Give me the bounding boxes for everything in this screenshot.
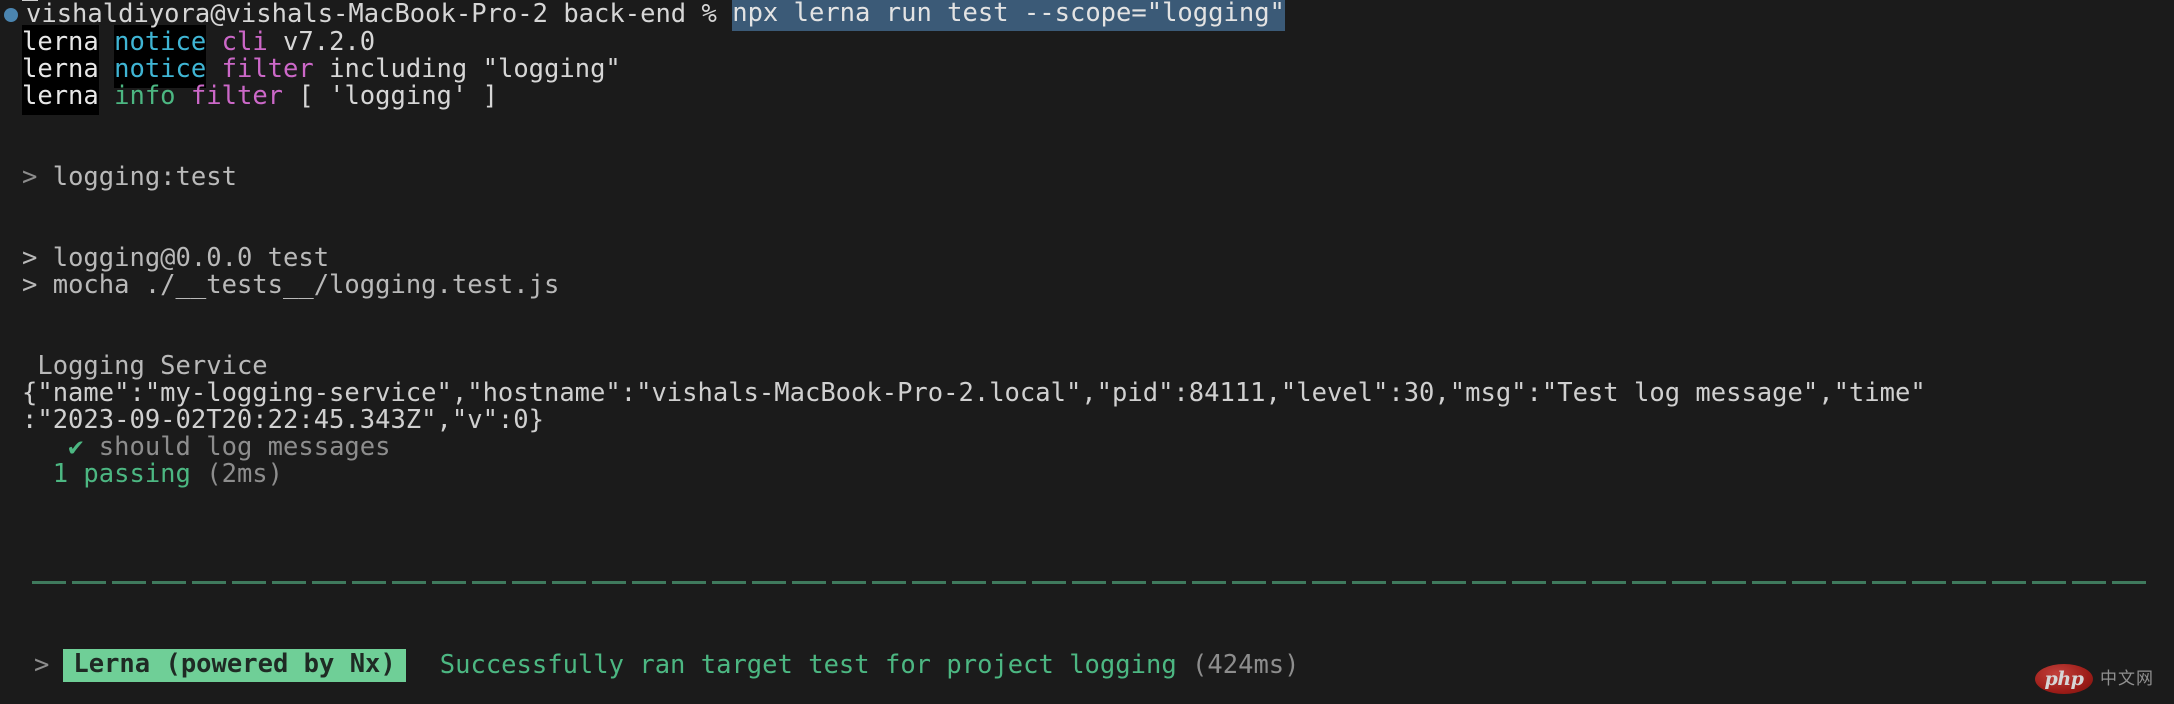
mocha-summary-line: 1 passing (2ms) xyxy=(0,461,2174,488)
npm-script-arrow: > xyxy=(22,270,38,300)
mocha-passing-duration: (2ms) xyxy=(206,459,284,489)
npm-script-name: logging@0.0.0 test xyxy=(52,243,330,273)
npm-script-line: > logging@0.0.0 test xyxy=(0,245,2174,272)
lerna-keyword: filter xyxy=(221,54,314,84)
task-target: logging:test xyxy=(52,162,237,192)
lerna-rest: [ 'logging' ] xyxy=(283,81,498,111)
npm-script-command: mocha ./__tests__/logging.test.js xyxy=(52,270,560,300)
prompt-status-bullet-icon xyxy=(4,7,18,22)
command-input-selected[interactable]: npx lerna run test --scope="logging" xyxy=(732,0,1285,31)
dashed-divider xyxy=(32,581,2152,584)
lerna-log-line: lerna info filter [ 'logging' ] xyxy=(0,79,2174,115)
footer-arrow: > xyxy=(34,649,50,680)
task-arrow: > xyxy=(22,162,38,192)
lerna-log-line: lerna notice cli v7.2.0 xyxy=(0,25,2174,61)
mocha-suite-title-line: Logging Service xyxy=(0,353,2174,380)
check-icon: ✔ xyxy=(68,432,84,462)
npm-script-line: > mocha ./__tests__/logging.test.js xyxy=(0,272,2174,299)
npm-script-arrow: > xyxy=(22,243,38,273)
mocha-passing-count: 1 passing xyxy=(52,459,191,489)
prompt-user-host-path: vishaldiyora@vishals-MacBook-Pro-2 back-… xyxy=(26,0,717,29)
mocha-test-result-line: ✔ should log messages xyxy=(0,434,2174,461)
task-header-line: > logging:test xyxy=(0,164,2174,191)
lerna-level: info xyxy=(114,81,176,111)
lerna-keyword: cli xyxy=(221,27,268,57)
mocha-suite-title: Logging Service xyxy=(37,351,268,381)
bunyan-json-log-line: {"name":"my-logging-service","hostname":… xyxy=(22,378,1926,408)
lerna-success-footer: > Lerna (powered by Nx) Successfully ran t… xyxy=(0,648,2174,682)
bunyan-json-log-line-continued: :"2023-09-02T20:22:45.343Z","v":0} xyxy=(22,405,544,435)
prompt-line: vishaldiyora@vishals-MacBook-Pro-2 back-… xyxy=(0,0,2174,31)
lerna-tag: lerna xyxy=(22,79,99,115)
lerna-keyword: filter xyxy=(190,81,284,111)
terminal-window[interactable]: vishaldiyora@vishals-MacBook-Pro-2 back-… xyxy=(0,0,2174,704)
lerna-rest: v7.2.0 xyxy=(267,27,376,57)
footer-duration: (424ms) xyxy=(1192,649,1300,680)
mocha-test-name: should log messages xyxy=(98,432,391,462)
lerna-log-line: lerna notice filter including "logging" xyxy=(0,52,2174,88)
separator-row xyxy=(0,569,2174,596)
lerna-rest: including "logging" xyxy=(313,54,621,84)
footer-success-message: Successfully ran target test for project… xyxy=(439,649,1177,680)
lerna-nx-badge: Lerna (powered by Nx) xyxy=(63,648,406,682)
